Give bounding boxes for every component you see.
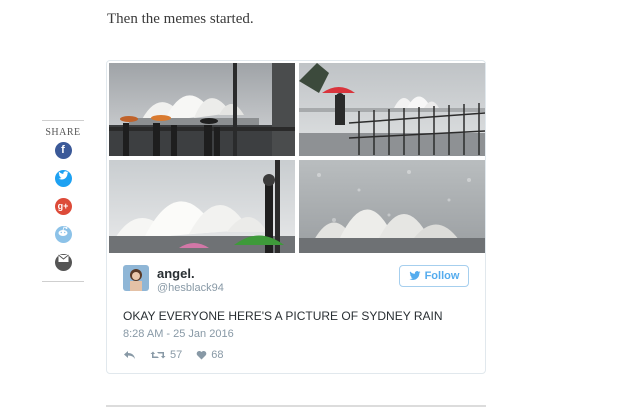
tweet-author-name[interactable]: angel.	[157, 266, 195, 281]
facebook-share-button[interactable]: f	[54, 142, 72, 159]
reply-icon	[124, 351, 135, 359]
retweet-button[interactable]: 57	[150, 349, 182, 361]
heart-icon	[196, 350, 207, 360]
share-label: SHARE	[45, 127, 81, 138]
follow-button[interactable]: Follow	[399, 265, 469, 287]
twitter-bird-icon	[409, 271, 421, 280]
email-share-button[interactable]	[54, 254, 72, 271]
like-button[interactable]: 68	[196, 349, 224, 361]
facebook-icon: f	[61, 144, 65, 156]
tweet-photo-grid	[109, 63, 485, 253]
email-icon	[57, 254, 69, 262]
retweet-count: 57	[170, 349, 183, 361]
twitter-icon	[57, 171, 69, 180]
reply-button[interactable]	[123, 350, 136, 360]
divider	[106, 405, 486, 407]
reddit-icon	[58, 226, 68, 236]
tweet-photo[interactable]	[109, 160, 295, 253]
retweet-icon	[150, 351, 166, 359]
tweet-photo[interactable]	[299, 160, 485, 253]
google-plus-share-button[interactable]: g+	[54, 198, 72, 215]
article-intro: Then the memes started.	[107, 11, 254, 27]
google-plus-icon: g+	[57, 201, 69, 211]
tweet-photo[interactable]	[109, 63, 295, 156]
share-bar: SHARE f g+	[42, 120, 84, 282]
follow-label: Follow	[424, 270, 460, 282]
tweet-timestamp[interactable]: 8:28 AM - 25 Jan 2016	[123, 328, 234, 340]
tweet-author-handle[interactable]: @hesblack94	[157, 282, 224, 294]
tweet-actions: 57 68	[123, 349, 238, 361]
like-count: 68	[211, 349, 224, 361]
tweet-text: OKAY EVERYONE HERE'S A PICTURE OF SYDNEY…	[123, 309, 443, 323]
tweet-photo[interactable]	[299, 63, 485, 156]
embedded-tweet: angel. @hesblack94 Follow OKAY EVERYONE …	[106, 60, 486, 374]
reddit-share-button[interactable]	[54, 226, 72, 243]
avatar[interactable]	[123, 265, 149, 291]
twitter-share-button[interactable]	[54, 170, 72, 187]
